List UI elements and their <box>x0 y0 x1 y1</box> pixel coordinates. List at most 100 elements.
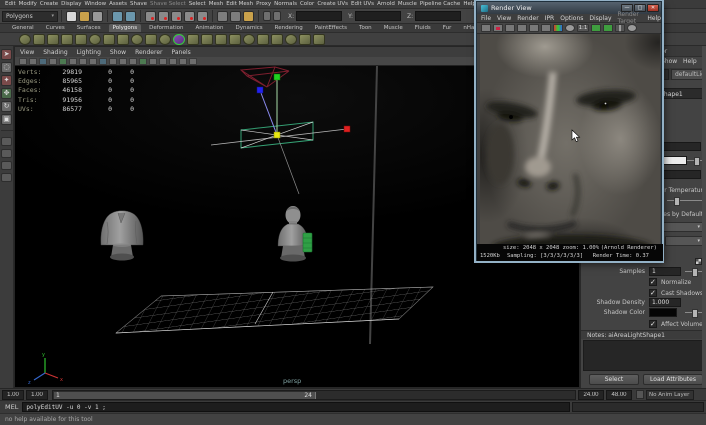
save-scene-icon[interactable] <box>92 11 103 22</box>
shelf-tab-toon[interactable]: Toon <box>355 24 376 32</box>
command-line-mode-label[interactable]: MEL <box>5 403 18 411</box>
viewport-toolbar-icon[interactable] <box>29 58 37 65</box>
shelf-icon-fill-hole[interactable] <box>285 34 297 45</box>
menu-help[interactable]: Help <box>463 1 476 7</box>
shelf-tab-curves[interactable]: Curves <box>42 24 69 32</box>
shelf-icon-torus[interactable] <box>89 34 101 45</box>
open-scene-icon[interactable] <box>79 11 90 22</box>
paint-select-tool-icon[interactable]: ✦ <box>1 75 12 86</box>
move-tool-icon[interactable]: ✥ <box>1 88 12 99</box>
area-light-manipulator[interactable] <box>211 67 350 194</box>
viewport-menu-renderer[interactable]: Renderer <box>135 49 162 56</box>
shelf-icon-smooth[interactable] <box>187 34 199 45</box>
manipulator-x-handle[interactable] <box>344 126 350 132</box>
viewport-menu-view[interactable]: View <box>20 49 34 56</box>
mel-command-input[interactable] <box>22 402 570 412</box>
viewport-toolbar-icon[interactable] <box>89 58 97 65</box>
layout-hypershade-icon[interactable] <box>1 173 12 182</box>
select-tool-icon[interactable]: ➤ <box>1 49 12 60</box>
select-by-hierarchy-icon[interactable] <box>263 11 271 21</box>
menu-select[interactable]: Select <box>189 1 206 7</box>
shelf-tab-dynamics[interactable]: Dynamics <box>232 24 267 32</box>
shelf-icon-sphere[interactable] <box>19 34 31 45</box>
viewport-toolbar-icon[interactable] <box>49 58 57 65</box>
rv-menu-help[interactable]: Help <box>647 15 661 22</box>
menu-edit-mesh[interactable]: Edit Mesh <box>226 1 253 7</box>
playback-range-block[interactable]: 1 24 <box>54 392 316 399</box>
menu-arnold[interactable]: Arnold <box>377 1 395 7</box>
snap-grid-icon[interactable] <box>145 11 156 22</box>
shelf-icon-plane[interactable] <box>75 34 87 45</box>
grid-plane[interactable] <box>116 287 433 333</box>
z-coordinate-input[interactable] <box>415 11 461 21</box>
load-attributes-button[interactable]: Load Attributes <box>643 374 703 385</box>
shelf-icon-append[interactable] <box>299 34 311 45</box>
render-icon[interactable] <box>481 24 491 32</box>
one-to-one-icon[interactable]: 1:1 <box>577 24 589 32</box>
anim-end-field[interactable] <box>606 390 632 400</box>
menu-create-uvs[interactable]: Create UVs <box>317 1 348 7</box>
layout-single-pane-icon[interactable] <box>1 137 12 146</box>
output-connections-icon[interactable] <box>230 11 241 22</box>
shelf-tab-fur[interactable]: Fur <box>439 24 456 32</box>
ipr-render-icon[interactable] <box>493 24 503 32</box>
shadow-density-field[interactable]: 1.000 <box>649 298 681 307</box>
ae-menu-show[interactable]: Show <box>661 58 677 65</box>
samples-field[interactable]: 1 <box>649 267 681 276</box>
shelf-tab-general[interactable]: General <box>8 24 38 32</box>
shelf-tab-surfaces[interactable]: Surfaces <box>73 24 105 32</box>
lasso-tool-icon[interactable]: ◌ <box>1 62 12 73</box>
shelf-icon-cone[interactable] <box>61 34 73 45</box>
snap-point-icon[interactable] <box>171 11 182 22</box>
shadow-color-swatch[interactable] <box>649 308 677 317</box>
manipulator-z-handle[interactable] <box>257 87 263 93</box>
menu-set-selector[interactable]: Polygons <box>2 11 58 22</box>
rendered-image[interactable] <box>480 34 660 244</box>
samples-slider[interactable] <box>685 267 703 276</box>
viewport-toolbar-icon[interactable] <box>119 58 127 65</box>
decay-rate-dropdown[interactable] <box>655 222 703 232</box>
render-view-window[interactable]: Render View — □ ✕ File View Render IPR O… <box>476 1 662 261</box>
viewport-toolbar-icon[interactable] <box>169 58 177 65</box>
color-temperature-slider[interactable] <box>667 196 703 205</box>
select-by-object-icon[interactable] <box>273 11 281 21</box>
texture-map-icon[interactable] <box>695 258 702 265</box>
rotate-tool-icon[interactable]: ↻ <box>1 101 12 112</box>
bust-right[interactable] <box>278 206 312 262</box>
menu-mesh[interactable]: Mesh <box>209 1 223 7</box>
redo-render-icon[interactable] <box>505 24 515 32</box>
shelf-tab-muscle[interactable]: Muscle <box>380 24 407 32</box>
render-target-on-icon[interactable] <box>591 24 601 32</box>
render-target-save-icon[interactable] <box>603 24 613 32</box>
menu-pipeline-cache[interactable]: Pipeline Cache <box>420 1 460 7</box>
notes-section-header[interactable]: Notes: aiAreaLightShape1 <box>581 330 706 339</box>
menu-create[interactable]: Create <box>40 1 58 7</box>
range-slider-track[interactable]: 1 24 <box>52 390 576 400</box>
viewport-toolbar-icon[interactable] <box>139 58 147 65</box>
shelf-icon-bridge[interactable] <box>271 34 283 45</box>
viewport-toolbar-icon[interactable] <box>159 58 167 65</box>
viewport-toolbar-icon[interactable] <box>109 58 117 65</box>
y-coordinate-input[interactable] <box>355 11 401 21</box>
x-coordinate-input[interactable] <box>296 11 342 21</box>
viewport-toolbar-icon[interactable] <box>149 58 157 65</box>
shelf-icon-separate[interactable] <box>229 34 241 45</box>
viewport-toolbar-icon[interactable] <box>79 58 87 65</box>
close-button[interactable]: ✕ <box>647 4 659 12</box>
shelf-tab-polygons[interactable]: Polygons <box>109 24 141 32</box>
rv-menu-render[interactable]: Render <box>517 15 538 22</box>
menu-muscle[interactable]: Muscle <box>398 1 417 7</box>
affect-volumetrics-checkbox[interactable] <box>649 320 657 328</box>
shelf-icon-cube[interactable] <box>33 34 45 45</box>
snapshot-icon[interactable] <box>529 24 539 32</box>
menu-normals[interactable]: Normals <box>274 1 297 7</box>
viewport-toolbar-icon[interactable] <box>59 58 67 65</box>
shelf-icon-wedge[interactable] <box>313 34 325 45</box>
shelf-icon-pipe[interactable] <box>131 34 143 45</box>
undo-icon[interactable] <box>112 11 123 22</box>
layout-four-pane-icon[interactable] <box>1 149 12 158</box>
normalize-checkbox[interactable] <box>649 278 657 286</box>
menu-assets[interactable]: Assets <box>109 1 127 7</box>
rv-menu-options[interactable]: Options <box>560 15 583 22</box>
alpha-channel-icon[interactable] <box>565 24 575 32</box>
